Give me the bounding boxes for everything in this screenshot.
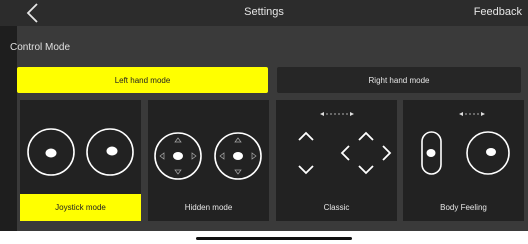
panel-edge	[0, 26, 17, 231]
mode-label-classic: Classic	[323, 203, 350, 212]
feedback-button[interactable]: Feedback	[474, 6, 522, 18]
body-feeling-mode-icon	[421, 112, 510, 175]
mode-card-classic[interactable]: Classic	[276, 100, 397, 221]
mode-card-body-feeling[interactable]: Body Feeling	[403, 100, 524, 221]
classic-mode-icon	[298, 112, 392, 175]
control-mode-title: Control Mode	[10, 42, 71, 53]
mode-label-joystick: Joystick mode	[20, 194, 141, 221]
mode-card-joystick[interactable]: Joystick mode	[20, 100, 141, 221]
page-title: Settings	[244, 6, 284, 18]
right-hand-mode-button[interactable]: Right hand mode	[277, 67, 521, 93]
hidden-mode-icon	[154, 132, 262, 180]
joystick-mode-icon	[27, 128, 134, 176]
left-hand-mode-button[interactable]: Left hand mode	[17, 67, 268, 93]
mode-card-hidden[interactable]: Hidden mode	[148, 100, 269, 221]
top-bar: Settings Feedback	[0, 0, 528, 26]
mode-label-hidden: Hidden mode	[184, 203, 233, 212]
home-indicator[interactable]	[196, 237, 352, 240]
mode-label-body-feeling: Body Feeling	[440, 203, 487, 212]
